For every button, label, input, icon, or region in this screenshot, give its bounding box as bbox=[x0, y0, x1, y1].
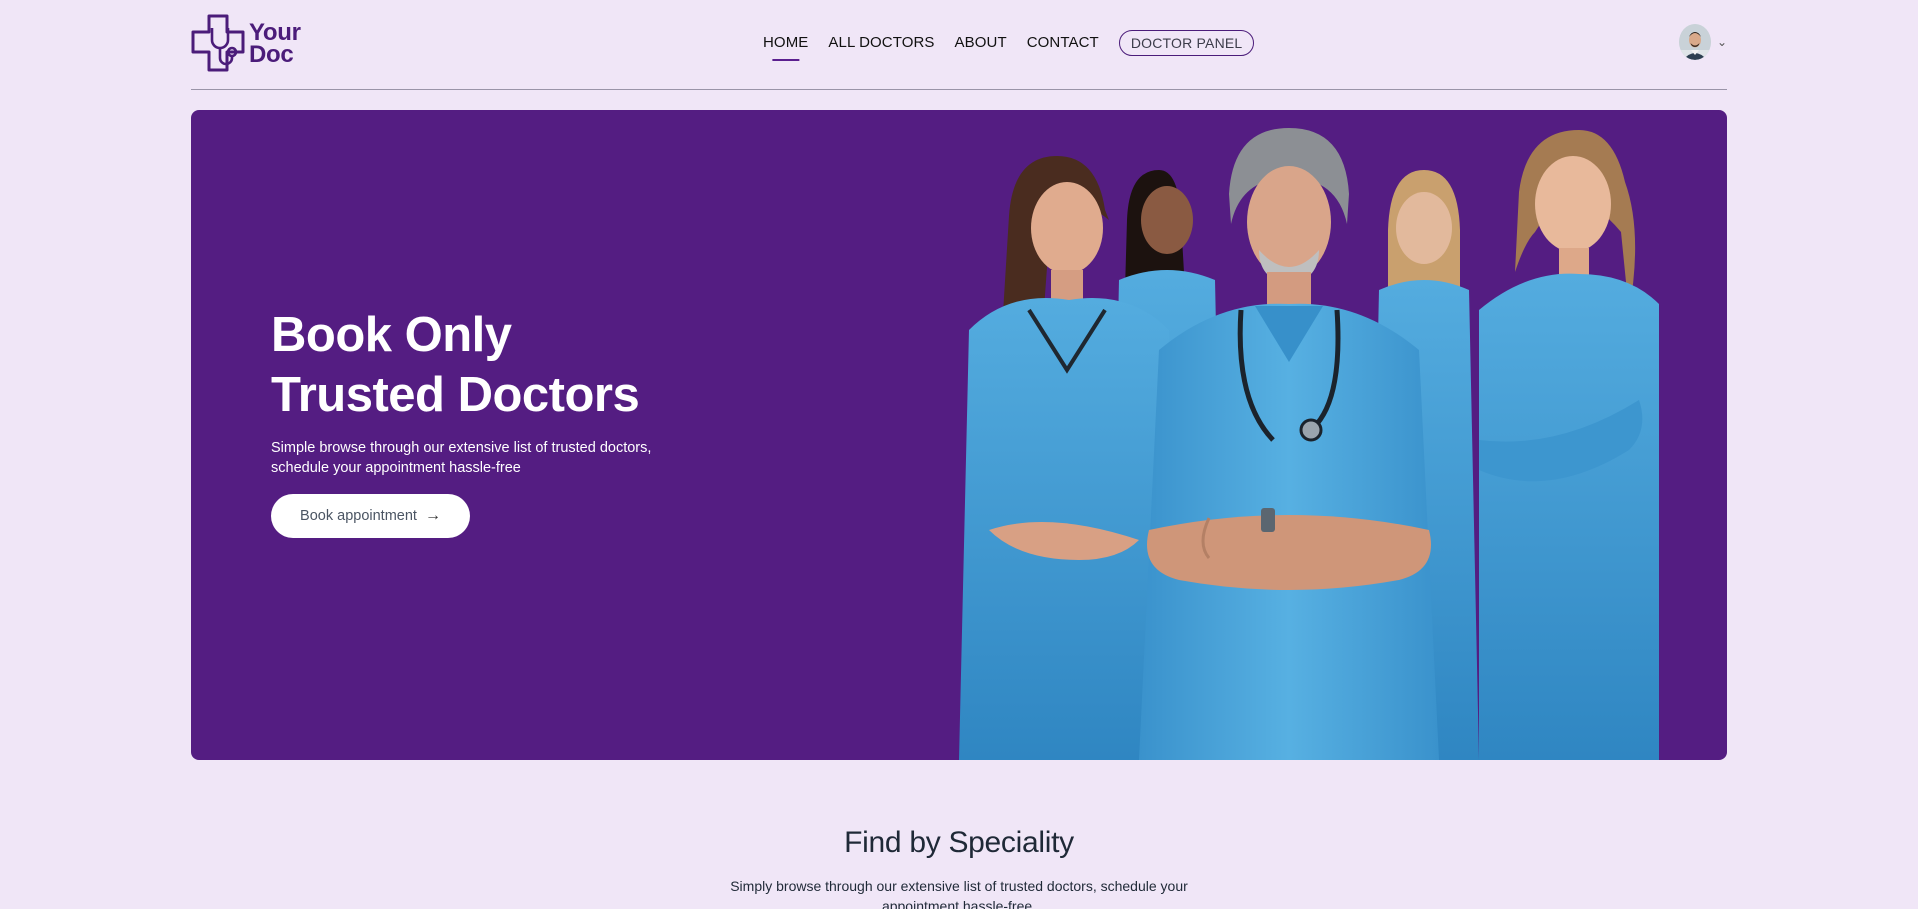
main-nav: HOME ALL DOCTORS ABOUT CONTACT DOCTOR PA… bbox=[763, 28, 1255, 57]
doctor-panel-button[interactable]: DOCTOR PANEL bbox=[1118, 29, 1255, 56]
nav-about[interactable]: ABOUT bbox=[955, 28, 1007, 57]
brand-line-2: Doc bbox=[249, 41, 294, 68]
hero-banner: Book Only Trusted Doctors Simple browse … bbox=[191, 110, 1727, 760]
hero-subtitle: Simple browse through our extensive list… bbox=[271, 438, 691, 478]
hero-subtitle-line-1: Simple browse through our extensive list… bbox=[271, 440, 652, 456]
avatar[interactable] bbox=[1678, 24, 1711, 60]
profile-menu[interactable]: ⌄ bbox=[1678, 24, 1727, 60]
brand-name: Your Doc bbox=[249, 21, 301, 68]
speciality-subtitle: Simply browse through our extensive list… bbox=[729, 876, 1189, 909]
doctors-group-image bbox=[959, 128, 1659, 760]
page: Your Doc HOME ALL DOCTORS ABOUT CONTACT … bbox=[0, 0, 1918, 909]
hero-title-line-1: Book Only bbox=[271, 308, 512, 362]
nav-contact[interactable]: CONTACT bbox=[1027, 28, 1099, 57]
nav-all-doctors[interactable]: ALL DOCTORS bbox=[828, 28, 934, 57]
book-appointment-button[interactable]: Book appointment → bbox=[271, 494, 470, 538]
speciality-subtitle-line-1: Simply browse through our extensive list… bbox=[730, 878, 1188, 894]
arrow-right-icon: → bbox=[424, 507, 441, 524]
hero-title: Book Only Trusted Doctors bbox=[271, 305, 771, 425]
chevron-down-icon[interactable]: ⌄ bbox=[1717, 35, 1727, 49]
speciality-title: Find by Speciality bbox=[844, 826, 1074, 859]
hero-subtitle-line-2: schedule your appointment hassle-free bbox=[271, 460, 521, 476]
medical-cross-stethoscope-icon bbox=[191, 14, 245, 72]
speciality-subtitle-line-2: appointment hassle-free. bbox=[881, 898, 1037, 909]
header: Your Doc HOME ALL DOCTORS ABOUT CONTACT … bbox=[191, 0, 1727, 90]
book-appointment-label: Book appointment bbox=[300, 508, 417, 524]
hero-title-line-2: Trusted Doctors bbox=[271, 368, 640, 422]
logo[interactable]: Your Doc bbox=[191, 14, 301, 74]
nav-home[interactable]: HOME bbox=[763, 28, 808, 57]
